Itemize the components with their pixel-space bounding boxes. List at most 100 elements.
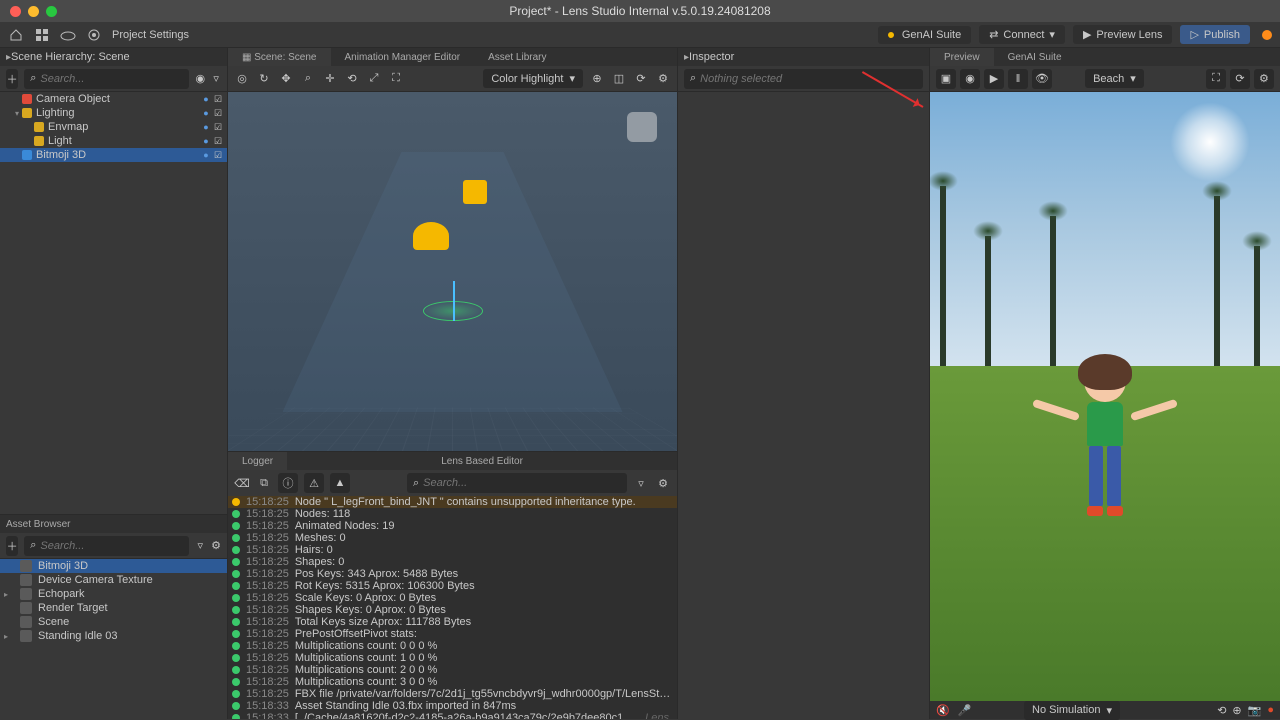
log-line: 15:18:25Multiplications count: 0 0 0 %	[228, 640, 677, 652]
asset-list: Bitmoji 3DDevice Camera Texture▸Echopark…	[0, 559, 227, 719]
window-title: Project* - Lens Studio Internal v.5.0.19…	[509, 4, 770, 18]
refresh-icon[interactable]: ⟳	[633, 71, 649, 87]
palm-tree	[985, 236, 991, 366]
gear-icon[interactable]: ⚙	[655, 475, 671, 491]
log-line: 15:18:25FBX file /private/var/folders/7c…	[228, 688, 677, 700]
camera-tool-icon[interactable]: ◎	[234, 71, 250, 87]
scene-tab[interactable]: Animation Manager Editor	[331, 48, 475, 66]
scene-tab[interactable]: ▦ Scene: Scene	[228, 48, 331, 66]
mic-icon[interactable]: 🎤	[958, 704, 972, 717]
notification-icon[interactable]	[1262, 30, 1272, 40]
transform-gizmo[interactable]	[423, 301, 483, 321]
asset-item[interactable]: Scene	[0, 615, 227, 629]
light-gizmo-icon[interactable]	[413, 222, 449, 250]
hierarchy-search-input[interactable]	[40, 73, 183, 85]
asset-item[interactable]: Bitmoji 3D	[0, 559, 227, 573]
eye-icon[interactable]: 👁	[1032, 69, 1052, 89]
target-icon[interactable]: ⊕	[1232, 704, 1241, 717]
pause-icon[interactable]: ‖	[1008, 69, 1028, 89]
log-line: 15:18:25Meshes: 0	[228, 532, 677, 544]
connect-dropdown[interactable]: ⇄Connect▾	[979, 25, 1065, 44]
palm-tree	[940, 186, 946, 366]
snapshot-icon[interactable]: 📷	[1248, 704, 1262, 717]
cloud-icon[interactable]	[60, 27, 76, 43]
rotate-tool-icon[interactable]: ⟲	[344, 71, 360, 87]
capture-icon[interactable]: ◉	[960, 69, 980, 89]
pan-icon[interactable]: ✥	[278, 71, 294, 87]
move-tool-icon[interactable]: ✛	[322, 71, 338, 87]
preview-scene-dropdown[interactable]: Beach▾	[1085, 69, 1144, 88]
genai-suite-button[interactable]: GenAI Suite	[878, 26, 971, 44]
project-settings-label[interactable]: Project Settings	[112, 29, 189, 41]
preview-tab[interactable]: Preview	[930, 48, 994, 66]
asset-item[interactable]: Render Target	[0, 601, 227, 615]
zoom-icon[interactable]: ⌕	[300, 71, 316, 87]
clear-log-icon[interactable]: ⌫	[234, 475, 250, 491]
filter-icon[interactable]: ▿	[195, 538, 205, 554]
gear-icon[interactable]: ⚙	[211, 538, 221, 554]
filter-icon[interactable]: ▿	[211, 71, 221, 87]
info-filter-icon[interactable]: ⓘ	[278, 473, 298, 493]
hierarchy-item[interactable]: Bitmoji 3D●☑	[0, 148, 227, 162]
camera-gizmo-icon[interactable]	[463, 180, 487, 204]
rec-icon[interactable]: ●	[1267, 704, 1274, 716]
preview-lens-button[interactable]: ▶Preview Lens	[1073, 25, 1173, 44]
asset-item[interactable]: Device Camera Texture	[0, 573, 227, 587]
hierarchy-tree: Camera Object●☑▾Lighting●☑Envmap●☑Light●…	[0, 92, 227, 514]
scene-viewport[interactable]	[228, 92, 677, 451]
logger-search[interactable]: ⌕	[407, 473, 627, 493]
asset-item[interactable]: ▸Standing Idle 03	[0, 629, 227, 643]
asset-search[interactable]: ⌕	[24, 536, 189, 556]
log-line: 15:18:25Pos Keys: 343 Aprox: 5488 Bytes	[228, 568, 677, 580]
filter-icon[interactable]: ▿	[633, 475, 649, 491]
copy-log-icon[interactable]: ⧉	[256, 475, 272, 491]
scale-tool-icon[interactable]: ⤢	[366, 71, 382, 87]
main-toolbar: Project Settings GenAI Suite ⇄Connect▾ ▶…	[0, 22, 1280, 48]
orbit-icon[interactable]: ↻	[256, 71, 272, 87]
rect-tool-icon[interactable]: ⛶	[388, 71, 404, 87]
log-line: 15:18:25Hairs: 0	[228, 544, 677, 556]
hierarchy-search[interactable]: ⌕	[24, 69, 189, 89]
gear-icon[interactable]: ⚙	[655, 71, 671, 87]
warn-filter-icon[interactable]: ⚠	[304, 473, 324, 493]
log-line: 15:18:25Multiplications count: 3 0 0 %	[228, 676, 677, 688]
settings-icon[interactable]	[86, 27, 102, 43]
search-icon: ⌕	[30, 72, 36, 85]
asset-item[interactable]: ▸Echopark	[0, 587, 227, 601]
hierarchy-title: ▸ Scene Hierarchy: Scene	[0, 48, 227, 66]
hierarchy-item[interactable]: ▾Lighting●☑	[0, 106, 227, 120]
logger-tab[interactable]: Lens Based Editor	[427, 452, 537, 470]
maximize-window[interactable]	[46, 6, 57, 17]
preview-tab[interactable]: GenAI Suite	[994, 48, 1076, 66]
locate-icon[interactable]: ⊕	[589, 71, 605, 87]
shading-dropdown[interactable]: Color Highlight▾	[483, 69, 583, 88]
simulation-dropdown[interactable]: No Simulation▾	[1024, 701, 1120, 720]
minimize-window[interactable]	[28, 6, 39, 17]
search-icon: ⌕	[413, 477, 419, 490]
add-asset-button[interactable]: ＋	[6, 536, 18, 556]
logger-search-input[interactable]	[423, 477, 621, 489]
reset-icon[interactable]: ⟲	[1217, 704, 1226, 717]
error-filter-icon[interactable]: ▲	[330, 473, 350, 493]
hierarchy-item[interactable]: Envmap●☑	[0, 120, 227, 134]
add-object-button[interactable]: ＋	[6, 69, 18, 89]
expand-icon[interactable]: ⛶	[1206, 69, 1226, 89]
mute-icon[interactable]: 🔇	[936, 704, 950, 717]
scene-tab[interactable]: Asset Library	[474, 48, 560, 66]
preview-viewport[interactable]	[930, 92, 1280, 701]
refresh-icon[interactable]: ⟳	[1230, 69, 1250, 89]
apps-icon[interactable]	[34, 27, 50, 43]
close-window[interactable]	[10, 6, 21, 17]
hierarchy-item[interactable]: Light●☑	[0, 134, 227, 148]
logger-tab[interactable]: Logger	[228, 452, 287, 470]
palm-tree	[1254, 246, 1260, 366]
play-icon[interactable]: ▶	[984, 69, 1004, 89]
publish-button[interactable]: ▷Publish	[1180, 25, 1250, 44]
gear-icon[interactable]: ⚙	[1254, 69, 1274, 89]
asset-search-input[interactable]	[40, 540, 183, 552]
visibility-toggle-icon[interactable]: ◉	[195, 71, 205, 87]
device-icon[interactable]: ▣	[936, 69, 956, 89]
view-cube-icon[interactable]: ◫	[611, 71, 627, 87]
hierarchy-item[interactable]: Camera Object●☑	[0, 92, 227, 106]
home-icon[interactable]	[8, 27, 24, 43]
